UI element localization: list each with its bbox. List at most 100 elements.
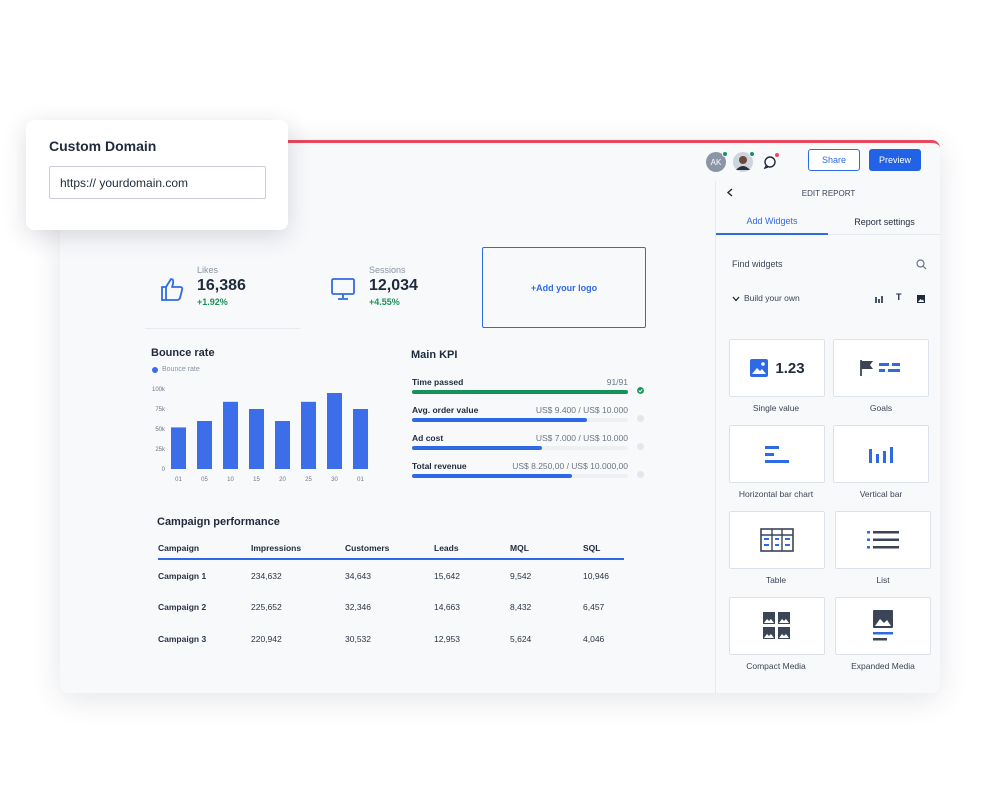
column-header: Leads <box>434 537 510 560</box>
online-status-dot <box>722 151 728 157</box>
chart-bar <box>301 401 316 469</box>
user-photo-avatar[interactable] <box>733 151 755 172</box>
chart-legend: Bounce rate <box>152 366 200 373</box>
panel-tabs: Add Widgets Report settings <box>716 209 940 235</box>
widget-single-value[interactable]: 1.23 <box>729 339 825 397</box>
widget-horizontal-bar-chart[interactable] <box>729 425 825 483</box>
search-icon[interactable] <box>916 259 927 270</box>
tab-add-widgets[interactable]: Add Widgets <box>716 209 828 235</box>
text-icon[interactable]: T <box>896 292 902 302</box>
widget-label: Table <box>765 575 787 585</box>
goals-icon <box>860 360 900 376</box>
bar-chart-icon[interactable] <box>874 294 884 304</box>
user-avatar[interactable]: AK <box>706 151 728 172</box>
legend-label: Bounce rate <box>162 366 200 373</box>
table-cell: 30,532 <box>345 634 371 644</box>
image-icon <box>750 359 769 377</box>
sessions-value: 12,034 <box>369 277 418 294</box>
custom-domain-title: Custom Domain <box>49 138 157 154</box>
image-icon[interactable] <box>916 294 926 304</box>
column-header: Campaign <box>158 537 251 560</box>
pending-dot <box>637 443 644 450</box>
kpi-progress-fill <box>412 418 587 422</box>
notification-dot <box>774 152 780 158</box>
widget-label: Goals <box>869 403 893 413</box>
widget-expanded-media[interactable] <box>835 597 931 655</box>
widget-compact-media[interactable] <box>729 597 825 655</box>
main-kpi-title: Main KPI <box>411 349 458 361</box>
find-widgets-label: Find widgets <box>732 259 783 269</box>
list-icon <box>867 531 899 549</box>
kpi-progress-fill <box>412 474 572 478</box>
campaign-table: Campaign Impressions Customers Leads MQL… <box>158 537 624 655</box>
share-button[interactable]: Share <box>808 149 860 171</box>
table-cell: 32,346 <box>345 602 371 612</box>
comments-button[interactable] <box>760 152 780 172</box>
column-header: SQL <box>583 537 624 560</box>
widget-label: Single value <box>752 403 800 413</box>
widget-label: Horizontal bar chart <box>738 489 814 499</box>
y-tick-label: 100k <box>152 387 166 393</box>
x-tick-label: 10 <box>227 477 234 483</box>
table-cell: 5,624 <box>510 634 532 644</box>
check-circle-icon <box>637 387 644 394</box>
kpi-amount: 91/91 <box>606 377 628 387</box>
domain-url-input[interactable]: https:// yourdomain.com <box>49 166 266 199</box>
widget-vertical-bar[interactable] <box>833 425 929 483</box>
table-cell: 9,542 <box>510 570 532 581</box>
table-row: Campaign 3 220,942 30,532 12,953 5,624 4… <box>158 623 624 655</box>
kpi-name: Total revenue <box>412 461 467 471</box>
x-tick-label: 25 <box>305 477 312 483</box>
sessions-label: Sessions <box>369 265 406 275</box>
table-cell: 220,942 <box>251 634 282 644</box>
kpi-item: Total revenue US$ 8.250,00 / US$ 10.000,0… <box>412 461 644 478</box>
build-your-own-row: Build your own T <box>732 292 927 307</box>
table-cell: 14,663 <box>434 602 460 612</box>
tab-report-settings[interactable]: Report settings <box>828 209 940 235</box>
y-tick-label: 75k <box>155 407 166 413</box>
chart-bar <box>327 393 342 469</box>
sessions-change: +4.55% <box>369 297 400 307</box>
likes-change: +1.92% <box>197 297 228 307</box>
chart-bar <box>197 421 212 469</box>
compact-media-icon <box>763 612 790 639</box>
widget-goals[interactable] <box>833 339 929 397</box>
likes-value: 16,386 <box>197 277 246 294</box>
bounce-rate-title: Bounce rate <box>151 347 215 359</box>
table-cell: Campaign 2 <box>158 602 207 612</box>
custom-domain-card: Custom Domain https:// yourdomain.com <box>26 120 288 230</box>
column-header: Customers <box>345 537 434 560</box>
likes-label: Likes <box>197 265 219 275</box>
table-cell: 8,432 <box>510 602 532 612</box>
widget-list[interactable] <box>835 511 931 569</box>
chevron-down-icon[interactable] <box>732 296 740 302</box>
kpi-amount: US$ 7.000 / US$ 10.000 <box>535 433 628 443</box>
table-icon <box>760 528 794 552</box>
widget-label: Compact Media <box>746 661 806 671</box>
widget-label: List <box>876 575 890 585</box>
edit-report-panel: EDIT REPORT Add Widgets Report settings … <box>715 181 940 693</box>
monitor-icon <box>331 278 355 300</box>
kpi-progress-track <box>412 471 644 478</box>
online-status-dot <box>749 151 755 157</box>
y-tick-label: 25k <box>155 447 166 453</box>
divider <box>145 328 300 329</box>
table-row: Campaign 2 225,652 32,346 14,663 8,432 6… <box>158 591 624 623</box>
y-tick-label: 0 <box>162 467 166 473</box>
preview-button[interactable]: Preview <box>869 149 921 171</box>
campaign-performance-title: Campaign performance <box>157 516 280 528</box>
thumbs-up-icon <box>161 278 184 301</box>
widget-table[interactable] <box>729 511 825 569</box>
chart-bar <box>353 409 368 469</box>
chart-bar <box>223 401 238 469</box>
chart-bar <box>171 427 186 469</box>
find-widgets-search[interactable]: Find widgets <box>732 259 927 273</box>
chart-bar <box>249 409 264 469</box>
table-cell: 10,946 <box>583 570 609 581</box>
add-logo-placeholder[interactable]: +Add your logo <box>482 247 646 328</box>
column-header: MQL <box>510 537 583 560</box>
table-cell: 12,953 <box>434 634 460 644</box>
table-row: Campaign 1 234,632 34,643 15,642 9,542 1… <box>158 559 624 591</box>
table-cell: Campaign 1 <box>158 570 207 581</box>
widget-label: Expanded Media <box>851 661 915 671</box>
